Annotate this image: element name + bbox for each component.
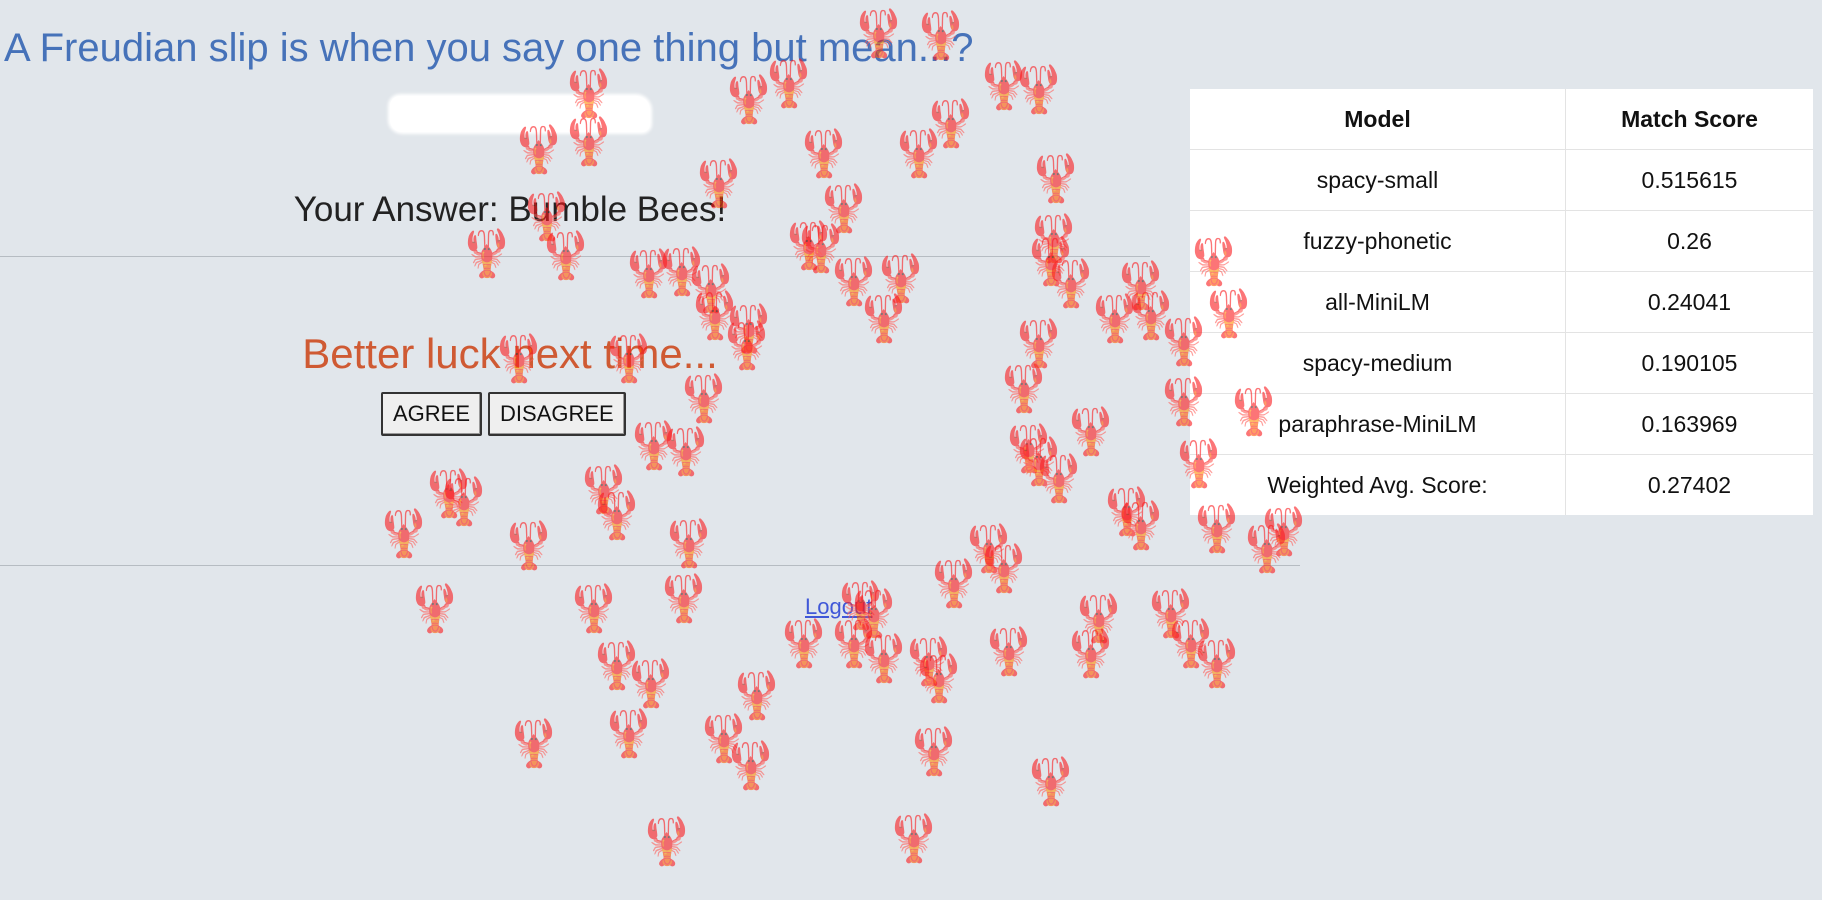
lobster-icon: 🦞 xyxy=(653,244,711,298)
lobster-icon: 🦞 xyxy=(905,724,963,778)
match-score: 0.190105 xyxy=(1565,332,1813,394)
lobster-icon: 🦞 xyxy=(792,221,850,275)
lobster-icon: 🦞 xyxy=(1022,754,1080,808)
lobster-icon: 🦞 xyxy=(975,58,1033,112)
lobster-icon: 🦞 xyxy=(420,466,478,520)
lobster-icon: 🦞 xyxy=(1000,421,1058,475)
lobster-icon: 🦞 xyxy=(622,656,680,710)
match-score: 0.24041 xyxy=(1565,271,1813,333)
lobster-icon: 🦞 xyxy=(872,251,930,305)
model-name: fuzzy-phonetic xyxy=(1190,210,1566,272)
lobster-icon: 🦞 xyxy=(660,516,718,570)
vote-buttons: AGREE DISAGREE xyxy=(381,392,626,436)
lobster-icon: 🦞 xyxy=(458,226,516,280)
lobster-icon: 🦞 xyxy=(1062,404,1120,458)
table-row: all-MiniLM 0.24041 xyxy=(1190,271,1813,333)
lobster-icon: 🦞 xyxy=(575,462,633,516)
lobster-icon: 🦞 xyxy=(588,638,646,692)
match-score: 0.163969 xyxy=(1565,393,1813,455)
weighted-average-score: 0.27402 xyxy=(1647,471,1732,498)
score-table: Model Match Score spacy-small 0.515615 f… xyxy=(1190,89,1813,515)
lobster-icon: 🦞 xyxy=(720,72,778,126)
lobster-icon: 🦞 xyxy=(600,706,658,760)
lobster-icon: 🦞 xyxy=(1062,626,1120,680)
lobster-icon: 🦞 xyxy=(638,814,696,868)
logout-link[interactable]: Logout xyxy=(805,594,872,620)
score-table-header-row: Model Match Score xyxy=(1190,89,1813,150)
lobster-icon: 🦞 xyxy=(1025,211,1083,265)
lobster-icon: 🦞 xyxy=(675,371,733,425)
lobster-icon: 🦞 xyxy=(900,634,958,688)
weighted-average-label: Weighted Avg. Score: xyxy=(1190,454,1566,515)
lobster-icon: 🦞 xyxy=(1098,484,1156,538)
disagree-button[interactable]: DISAGREE xyxy=(488,392,626,436)
lobster-icon: 🦞 xyxy=(565,581,623,635)
lobster-icon: 🦞 xyxy=(655,571,713,625)
lobster-icon: 🦞 xyxy=(775,616,833,670)
lobster-icon: 🦞 xyxy=(1142,586,1200,640)
lobster-icon: 🦞 xyxy=(722,738,780,792)
lobster-icon: 🦞 xyxy=(1030,451,1088,505)
lobster-icon: 🦞 xyxy=(588,488,646,542)
question-title: A Freudian slip is when you say one thin… xyxy=(4,26,974,70)
trivia-result-page: A Freudian slip is when you say one thin… xyxy=(0,0,1822,900)
table-row: fuzzy-phonetic 0.26 xyxy=(1190,210,1813,272)
lobster-icon: 🦞 xyxy=(1010,434,1068,488)
table-row: spacy-medium 0.190105 xyxy=(1190,332,1813,394)
lobster-icon: 🦞 xyxy=(1122,288,1180,342)
lobster-icon: 🦞 xyxy=(500,518,558,572)
lobster-icon: 🦞 xyxy=(695,711,753,765)
lobster-icon: 🦞 xyxy=(1086,291,1144,345)
lobster-icon: 🦞 xyxy=(682,261,740,315)
model-name: spacy-small xyxy=(1190,149,1566,211)
lobster-icon: 🦞 xyxy=(925,556,983,610)
lobster-icon: 🦞 xyxy=(1042,256,1100,310)
lobster-icon: 🦞 xyxy=(1112,498,1170,552)
lobster-icon: 🦞 xyxy=(1188,636,1246,690)
match-score: 0.515615 xyxy=(1565,149,1813,211)
lobster-icon: 🦞 xyxy=(890,126,948,180)
lobster-icon: 🦞 xyxy=(975,541,1033,595)
model-name: all-MiniLM xyxy=(1190,271,1566,333)
lobster-icon: 🦞 xyxy=(375,506,433,560)
lobster-icon: 🦞 xyxy=(825,254,883,308)
lobster-icon: 🦞 xyxy=(910,651,968,705)
match-score: 0.26 xyxy=(1565,210,1813,272)
lobster-icon: 🦞 xyxy=(1070,591,1128,645)
lobster-icon: 🦞 xyxy=(1162,616,1220,670)
divider-bottom xyxy=(0,565,1300,566)
model-name: spacy-medium xyxy=(1190,332,1566,394)
model-name: paraphrase-MiniLM xyxy=(1190,393,1566,455)
table-row: paraphrase-MiniLM 0.163969 xyxy=(1190,393,1813,455)
divider-top xyxy=(0,256,1150,257)
lobster-icon: 🦞 xyxy=(728,668,786,722)
match-score-column-header: Match Score xyxy=(1565,89,1813,150)
lobster-icon: 🦞 xyxy=(922,96,980,150)
lobster-icon: 🦞 xyxy=(885,811,943,865)
redacted-region xyxy=(390,96,650,132)
lobster-icon: 🦞 xyxy=(537,228,595,282)
lobster-icon: 🦞 xyxy=(657,424,715,478)
lobster-icon: 🦞 xyxy=(1112,258,1170,312)
user-answer: Your Answer: Bumble Bees! xyxy=(293,190,727,229)
lobster-icon: 🦞 xyxy=(980,624,1038,678)
lobster-icon: 🦞 xyxy=(1022,234,1080,288)
lobster-icon: 🦞 xyxy=(505,716,563,770)
lobster-icon: 🦞 xyxy=(795,126,853,180)
table-row: spacy-small 0.515615 xyxy=(1190,149,1813,211)
agree-button[interactable]: AGREE xyxy=(381,392,483,436)
table-row: Weighted Avg. Score: 0.27402 xyxy=(1190,454,1813,515)
lobster-icon: 🦞 xyxy=(825,616,883,670)
model-column-header: Model xyxy=(1190,89,1566,150)
lobster-icon: 🦞 xyxy=(510,122,568,176)
lobster-icon: 🦞 xyxy=(435,474,493,528)
result-message: Better luck next time... xyxy=(302,330,718,377)
lobster-icon: 🦞 xyxy=(1010,62,1068,116)
lobster-icon: 🦞 xyxy=(625,418,683,472)
lobster-icon: 🦞 xyxy=(855,631,913,685)
lobster-icon: 🦞 xyxy=(1027,151,1085,205)
lobster-icon: 🦞 xyxy=(406,581,464,635)
